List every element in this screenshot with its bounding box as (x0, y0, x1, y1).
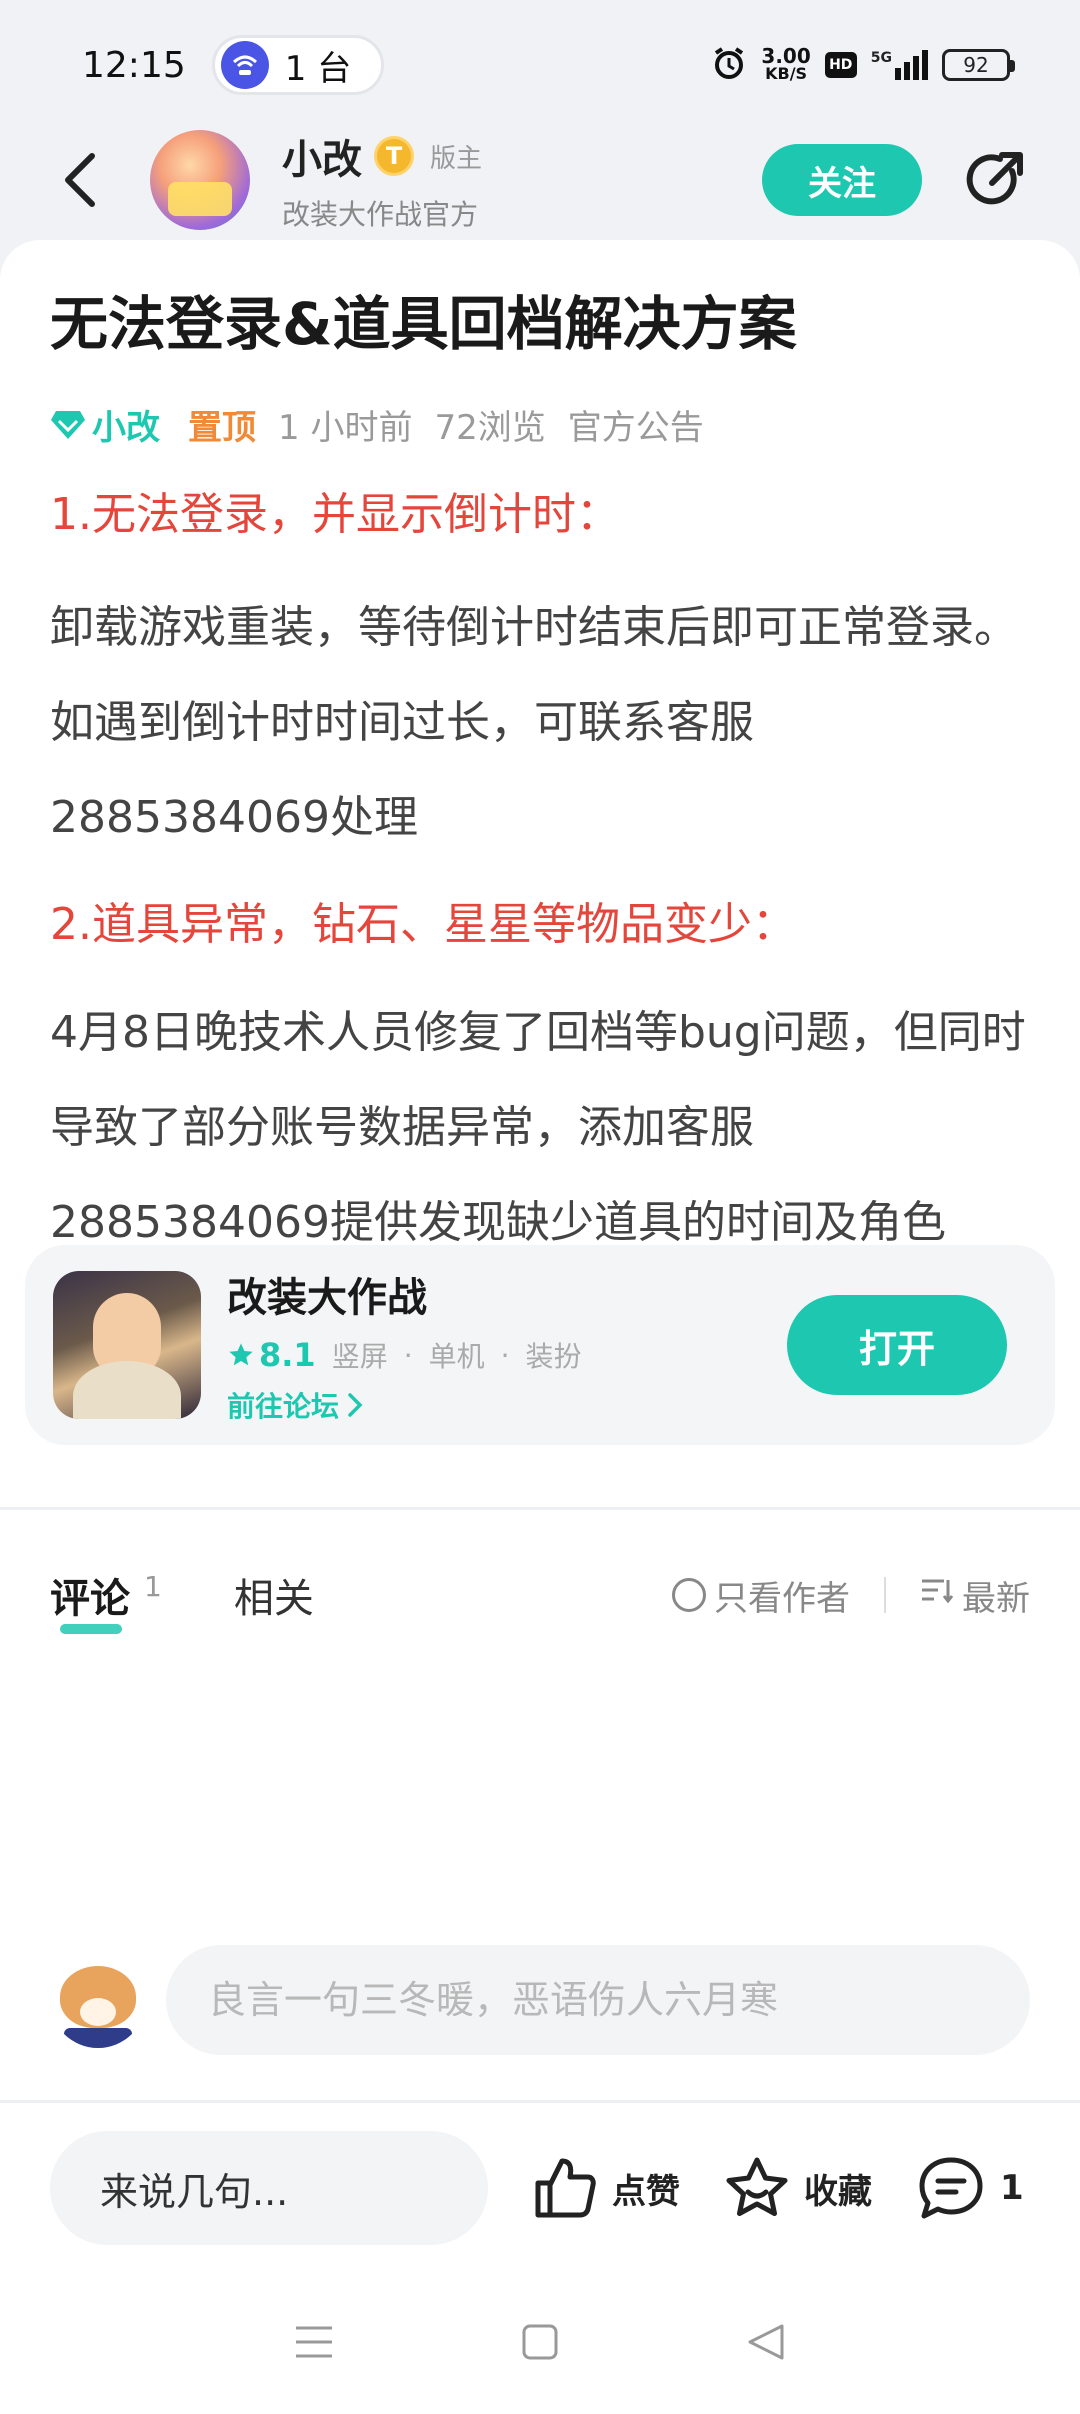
reply-input[interactable]: 来说几句... (50, 2131, 488, 2245)
favorite-button[interactable]: 收藏 (724, 2156, 872, 2220)
thumbs-up-icon (535, 2158, 596, 2218)
forum-link[interactable]: 前往论坛 (227, 1385, 582, 1425)
game-tag: 单机 (428, 1340, 485, 1373)
status-bar: 12:15 1 台 3.00 KB/S HD 5G 92 (0, 0, 1080, 130)
like-button[interactable]: 点赞 (532, 2157, 680, 2219)
author-subtitle: 改装大作战官方 (282, 198, 479, 231)
section2-heading: 2.道具异常，钻石、星星等物品变少： (50, 899, 796, 950)
divider (0, 2100, 1080, 2103)
hd-badge: HD (824, 52, 857, 78)
separator (884, 1577, 886, 1613)
device-count: 1 台 (284, 48, 352, 89)
post-title: 无法登录&道具回档解决方案 (50, 290, 797, 358)
comment-tabs: 评论 1 相关 只看作者 最新 (50, 1555, 1030, 1635)
system-nav-bar (0, 2274, 1080, 2414)
sort-label[interactable]: 最新 (962, 1571, 1030, 1620)
author-info[interactable]: 小改 T 版主 改装大作战官方 (282, 127, 482, 233)
alarm-icon (711, 45, 747, 85)
post-meta: 小改 置顶 1 小时前 72浏览 官方公告 (50, 400, 704, 449)
follow-button[interactable]: 关注 (762, 144, 922, 216)
home-nav-icon[interactable] (521, 2323, 559, 2365)
comment-filters: 只看作者 最新 (672, 1571, 1030, 1620)
section1-body: 卸载游戏重装，等待倒计时结束后即可正常登录。如遇到倒计时时间过长，可联系客服28… (50, 602, 1018, 843)
sort-icon[interactable] (920, 1575, 954, 1615)
status-time: 12:15 (82, 44, 186, 86)
tag-separator: · (500, 1338, 510, 1372)
game-card[interactable]: 改装大作战 8.1 竖屏 · 单机 · 装扮 前往论坛 打开 (25, 1245, 1055, 1445)
open-game-button[interactable]: 打开 (787, 1295, 1007, 1395)
divider (0, 1507, 1080, 1510)
game-tag: 装扮 (525, 1340, 582, 1373)
comment-count: 1 (144, 1570, 162, 1603)
bottom-action-bar: 来说几句... 点赞 收藏 1 (50, 2130, 1030, 2246)
share-icon (966, 152, 1023, 205)
device-connection-pill[interactable]: 1 台 (211, 35, 385, 95)
game-info: 改装大作战 8.1 竖屏 · 单机 · 装扮 前往论坛 (227, 1265, 582, 1425)
section1-heading: 1.无法登录，并显示倒计时： (50, 489, 620, 540)
user-avatar[interactable] (50, 1952, 146, 2048)
star-outline-icon (726, 2157, 788, 2216)
game-icon[interactable] (53, 1271, 201, 1419)
net-speed: 3.00 KB/S (761, 44, 811, 83)
comment-button[interactable]: 1 (916, 2156, 1024, 2220)
wireless-device-icon (220, 41, 269, 89)
comment-bubble-icon (919, 2157, 983, 2219)
post-header: 小改 T 版主 改装大作战官方 关注 (0, 115, 1080, 245)
tab-comments[interactable]: 评论 1 (50, 1566, 162, 1634)
post-category[interactable]: 官方公告 (568, 400, 704, 449)
tag-separator: · (403, 1338, 413, 1372)
role-tag: 版主 (430, 143, 483, 174)
game-meta: 8.1 竖屏 · 单机 · 装扮 (227, 1335, 582, 1375)
game-tag: 竖屏 (331, 1340, 388, 1373)
status-icons: 3.00 KB/S HD 5G 92 (711, 44, 1015, 85)
comment-input-row (0, 1945, 1080, 2055)
menu-nav-icon[interactable] (294, 2325, 334, 2363)
only-author-label[interactable]: 只看作者 (714, 1571, 850, 1620)
author-avatar[interactable] (150, 130, 250, 230)
comment-input[interactable] (166, 1945, 1030, 2055)
back-button[interactable] (50, 140, 110, 220)
meta-author[interactable]: 小改 (50, 400, 160, 449)
back-arrow-icon (65, 153, 95, 207)
view-count: 72浏览 (434, 408, 546, 448)
back-nav-icon[interactable] (746, 2322, 786, 2366)
tab-related[interactable]: 相关 (234, 1566, 314, 1624)
game-score: 8.1 (227, 1336, 316, 1374)
diamond-icon (51, 410, 85, 439)
level-badge: T (374, 136, 414, 176)
game-name[interactable]: 改装大作战 (227, 1265, 582, 1323)
battery-indicator: 92 (942, 49, 1015, 81)
pinned-badge: 置顶 (188, 408, 256, 448)
chevron-right-icon (348, 1393, 363, 1417)
only-author-radio[interactable] (672, 1578, 706, 1612)
post-time: 1 小时前 (278, 408, 413, 448)
signal-icon: 5G (871, 50, 928, 80)
author-name[interactable]: 小改 (282, 127, 362, 185)
share-button[interactable] (960, 145, 1030, 215)
star-icon (229, 1343, 253, 1366)
